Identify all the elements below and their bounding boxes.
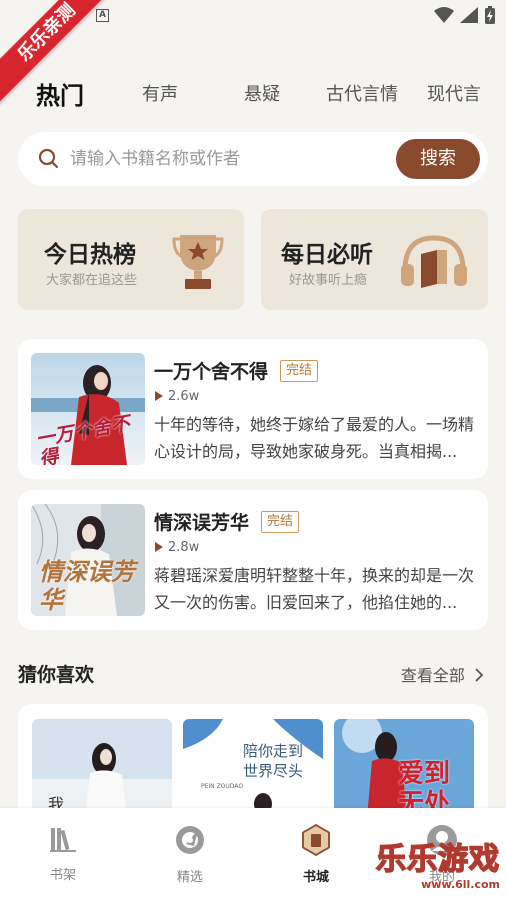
book-title[interactable]: 情深误芳华 <box>154 508 249 535</box>
cover-text: 情深误芳华 <box>39 557 135 614</box>
tab-ancient-romance[interactable]: 古代言情 <box>326 80 398 106</box>
book-item[interactable]: 一万个舍不得 一万个舍不得 完结 2.6w 十年的等待，她终于嫁给了最爱的人。一… <box>18 339 488 479</box>
view-all-label: 查看全部 <box>400 666 465 685</box>
nav-bookstore[interactable]: 书城 <box>276 823 356 885</box>
nav-label: 书城 <box>302 870 329 885</box>
category-tabs: 热门 有声 悬疑 古代言情 现代言 <box>0 80 506 116</box>
book-cover[interactable]: 情深误芳华 <box>31 504 145 616</box>
status-badge: 完结 <box>280 360 319 382</box>
signal-icon <box>460 7 478 23</box>
daily-listen-card[interactable]: 每日必听 好故事听上瘾 <box>261 209 488 310</box>
book-description: 蒋碧瑶深爱唐明轩整整十年，换来的却是一次又一次的伤害。旧爱回来了，他掐住她的..… <box>154 566 475 612</box>
watermark-url: www.6ll.com <box>421 878 500 891</box>
nav-featured[interactable]: 精选 <box>150 824 230 885</box>
search-bar: 搜索 <box>18 132 488 186</box>
chevron-right-icon <box>475 668 484 682</box>
book-item[interactable]: 情深误芳华 情深误芳华 完结 2.8w 蒋碧瑶深爱唐明轩整整十年，换来的却是一次… <box>18 490 488 630</box>
daily-listen-title: 每日必听 <box>281 242 373 268</box>
notification-a-icon: A <box>96 9 109 22</box>
search-input[interactable] <box>70 144 390 174</box>
status-badge: 完结 <box>261 511 300 533</box>
hot-list-card[interactable]: 今日热榜 大家都在追这些 <box>18 209 244 310</box>
compass-icon <box>176 826 204 854</box>
daily-listen-subtitle: 好故事听上瘾 <box>289 273 368 288</box>
watermark-logo: 乐乐游戏 www.6ll.com <box>375 834 500 891</box>
bookshelf-icon <box>50 828 76 852</box>
bookstore-icon <box>302 823 330 857</box>
nav-bookshelf[interactable]: 书架 <box>23 824 103 883</box>
search-icon <box>38 148 59 169</box>
heat-value: 2.6w <box>168 389 200 404</box>
trophy-icon <box>172 235 224 289</box>
recommendation-list: 我 陪你走到世界尽头 PEIN ZOUDAO 爱到无处可逃 <box>18 704 488 824</box>
book-title[interactable]: 一万个舍不得 <box>154 357 268 384</box>
tab-suspense[interactable]: 悬疑 <box>244 80 280 106</box>
hot-list-subtitle: 大家都在追这些 <box>46 273 138 288</box>
book-heat: 2.6w <box>155 389 199 404</box>
heat-value: 2.8w <box>168 540 200 555</box>
nav-label: 精选 <box>176 870 203 885</box>
play-icon <box>155 391 163 401</box>
watermark-text: 乐乐游戏 <box>375 841 500 878</box>
tab-hot[interactable]: 热门 <box>36 76 84 111</box>
hot-list-title: 今日热榜 <box>44 242 136 268</box>
book-description: 十年的等待，她终于嫁给了最爱的人。一场精心设计的局，导致她家破身死。当真相揭..… <box>154 415 475 461</box>
tab-modern-romance[interactable]: 现代言 <box>427 80 481 106</box>
tabs-fade <box>476 80 506 116</box>
headphones-book-icon <box>401 235 467 288</box>
tab-audio[interactable]: 有声 <box>142 80 178 106</box>
battery-icon <box>485 6 495 24</box>
nav-label: 书架 <box>49 868 76 883</box>
book-heat: 2.8w <box>155 540 199 555</box>
play-icon <box>155 542 163 552</box>
cover-text: 陪你走到世界尽头 <box>243 742 304 780</box>
status-icons <box>434 6 496 24</box>
book-cover[interactable]: 一万个舍不得 <box>31 353 145 465</box>
view-all-link[interactable]: 查看全部 <box>401 662 484 686</box>
wifi-icon <box>434 7 454 23</box>
search-button[interactable]: 搜索 <box>396 139 480 179</box>
cover-subtext: PEIN ZOUDAO <box>201 783 244 790</box>
section-title: 猜你喜欢 <box>18 664 95 686</box>
